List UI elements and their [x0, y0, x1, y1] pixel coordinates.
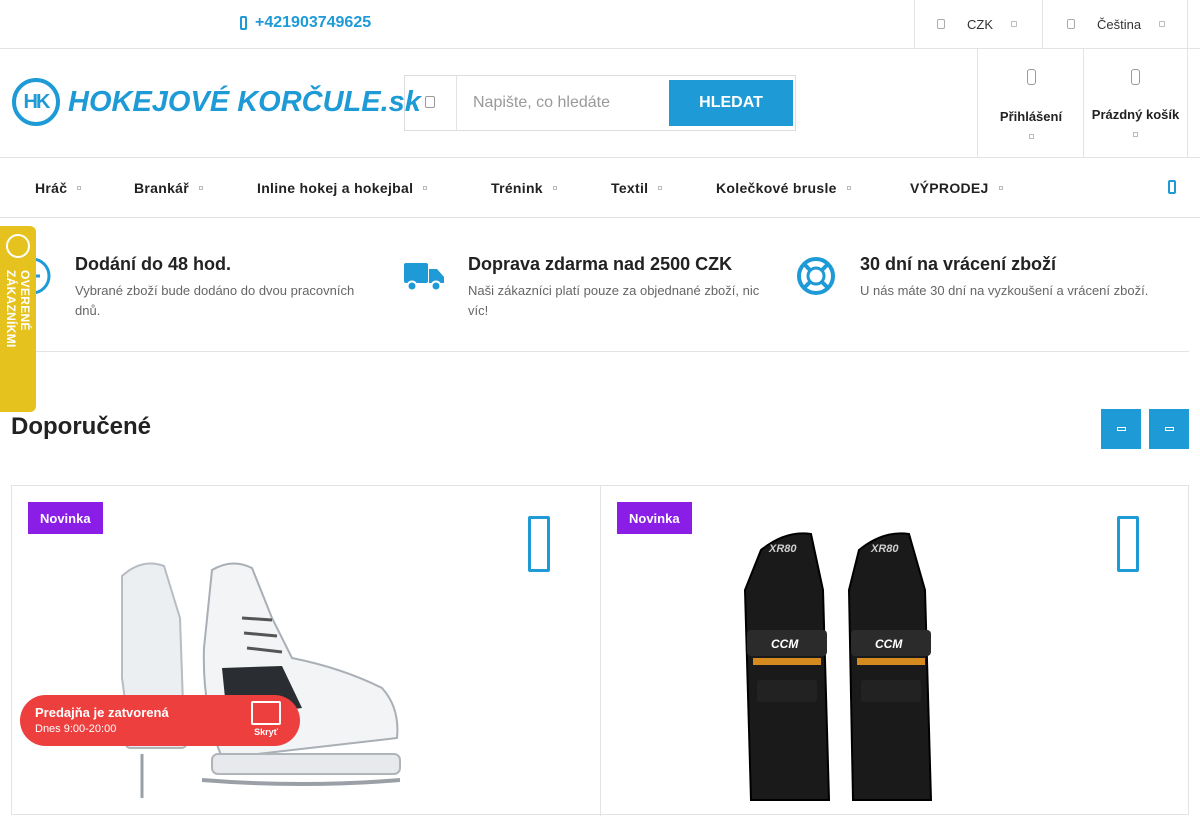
nav-item-label: VÝPRODEJ	[910, 180, 989, 196]
site-logo[interactable]: HK HOKEJOVÉ KORČULE.sk	[12, 78, 421, 126]
nav-item-koleckove-brusle[interactable]: Kolečkové brusle	[716, 180, 851, 196]
chevron-down-icon	[199, 186, 204, 190]
chevron-down-icon	[1159, 21, 1166, 27]
carousel-next-button[interactable]	[1149, 409, 1189, 449]
login-button[interactable]: Přihlášení	[977, 49, 1084, 157]
benefit-title: Doprava zdarma nad 2500 CZK	[468, 254, 733, 274]
search-button[interactable]: HLEDAT	[669, 80, 793, 126]
cart-icon	[1131, 69, 1140, 85]
nav-item-textil[interactable]: Textil	[611, 180, 663, 196]
divider	[11, 351, 1189, 352]
wishlist-icon[interactable]	[1117, 516, 1139, 572]
store-status-title: Predajňa je zatvorená	[35, 705, 169, 720]
logo-text: HOKEJOVÉ KORČULE.sk	[68, 85, 421, 118]
benefit-text: Naši zákazníci platí pouze za objednané …	[468, 283, 760, 318]
carousel-prev-button[interactable]	[1101, 409, 1141, 449]
benefit-delivery: Dodání do 48 hod. Vybrané zboží bude dod…	[75, 254, 370, 321]
chevron-down-icon	[552, 186, 557, 190]
section-title: Doporučené	[11, 413, 152, 440]
chevron-down-icon	[846, 186, 851, 190]
new-badge: Novinka	[28, 502, 103, 534]
hide-notice-button[interactable]: Skryť	[248, 701, 284, 737]
phone-link[interactable]: +421903749625	[240, 14, 371, 32]
store-status-notice: Predajňa je zatvorená Dnes 9:00-20:00 Sk…	[20, 695, 300, 746]
header: HK HOKEJOVÉ KORČULE.sk HLEDAT Přihlášení…	[0, 49, 1200, 158]
product-carousel: Novinka Novinka XR80 XR80 CCM CCM	[11, 485, 1189, 816]
nav-item-inline-hokej[interactable]: Inline hokej a hokejbal	[257, 180, 428, 196]
truck-icon	[404, 263, 444, 292]
cart-button[interactable]: Prázdný košík	[1083, 49, 1188, 157]
product-card[interactable]: Novinka XR80 XR80 CCM CCM	[600, 486, 1188, 816]
lifebuoy-icon	[797, 257, 835, 295]
hide-label: Skryť	[254, 727, 278, 737]
language-value: Čeština	[1097, 16, 1142, 32]
cart-label: Prázdný košík	[1091, 107, 1180, 122]
nav-item-label: Textil	[611, 180, 649, 196]
benefit-returns: 30 dní na vrácení zboží U nás máte 30 dn…	[860, 254, 1155, 301]
shin-guards-image[interactable]: XR80 XR80 CCM CCM	[731, 530, 951, 810]
search-input[interactable]	[473, 90, 663, 116]
store-hours: Dnes 9:00-20:00	[35, 723, 117, 735]
product-card[interactable]: Novinka	[12, 486, 600, 816]
search-divider	[456, 76, 457, 130]
side-badge-label: OVERENÉ ZÁKAZNÍKMI	[4, 270, 32, 348]
user-icon	[1026, 69, 1036, 85]
nav-item-label: Kolečkové brusle	[716, 180, 837, 196]
chevron-down-icon	[1133, 132, 1138, 137]
language-selector[interactable]: Čeština	[1042, 0, 1188, 48]
seal-icon	[6, 234, 30, 258]
top-bar: +421903749625 CZK Čeština	[0, 0, 1200, 49]
logo-mark: HK	[12, 78, 60, 126]
benefit-text: Vybrané zboží bude dodáno do dvou pracov…	[75, 283, 355, 318]
arrow-left-icon	[1116, 427, 1126, 431]
chevron-down-icon	[1011, 21, 1017, 27]
search-icon	[425, 96, 435, 108]
benefit-title: 30 dní na vrácení zboží	[860, 254, 1057, 274]
chevron-down-icon	[658, 186, 663, 190]
nav-item-label: Hráč	[35, 180, 68, 196]
brand-mark: CCM	[771, 637, 799, 651]
model-mark: XR80	[870, 543, 899, 555]
currency-icon	[937, 19, 945, 29]
wishlist-icon[interactable]	[528, 516, 550, 572]
new-badge: Novinka	[617, 502, 692, 534]
phone-icon	[240, 16, 247, 30]
benefit-free-shipping: Doprava zdarma nad 2500 CZK Naši zákazní…	[468, 254, 763, 321]
login-label: Přihlášení	[999, 109, 1063, 124]
nav-item-label: Brankář	[134, 180, 190, 196]
currency-value: CZK	[967, 16, 993, 32]
ice-skate-image[interactable]	[102, 558, 412, 808]
chevron-down-icon	[998, 186, 1003, 190]
main-nav: Hráč Brankář Inline hokej a hokejbal Tré…	[0, 158, 1200, 218]
benefits-bar: Dodání do 48 hod. Vybrané zboží bude dod…	[0, 218, 1200, 352]
nav-item-vyprodej[interactable]: VÝPRODEJ	[910, 180, 1003, 196]
model-mark: XR80	[768, 543, 797, 555]
benefit-text: U nás máte 30 dní na vyzkoušení a vrácen…	[860, 283, 1149, 298]
benefit-title: Dodání do 48 hod.	[75, 254, 231, 274]
verified-customers-badge[interactable]: OVERENÉ ZÁKAZNÍKMI	[0, 226, 36, 412]
chevron-down-icon	[1028, 134, 1034, 139]
nav-search-icon[interactable]	[1168, 180, 1176, 194]
arrow-right-icon	[1164, 427, 1174, 431]
brand-mark: CCM	[875, 637, 903, 651]
nav-item-label: Trénink	[491, 180, 543, 196]
chevron-down-icon	[77, 186, 82, 190]
nav-item-hrac[interactable]: Hráč	[35, 180, 82, 196]
globe-icon	[1067, 19, 1075, 29]
currency-selector[interactable]: CZK	[914, 0, 1043, 48]
search-form: HLEDAT	[404, 75, 796, 131]
nav-item-brankar[interactable]: Brankář	[134, 180, 204, 196]
nav-item-label: Inline hokej a hokejbal	[257, 180, 414, 196]
phone-number: +421903749625	[255, 14, 372, 31]
nav-item-trenink[interactable]: Trénink	[491, 180, 557, 196]
store-icon	[251, 701, 281, 725]
chevron-down-icon	[423, 186, 428, 190]
